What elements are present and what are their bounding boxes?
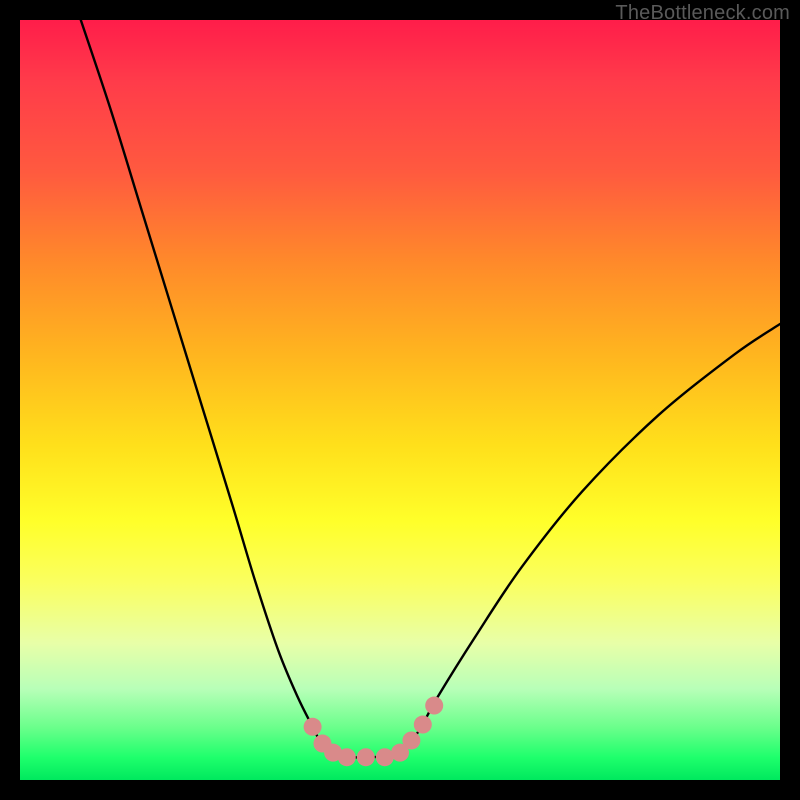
pink-right-4 [425, 697, 443, 715]
pink-bottom-1 [338, 748, 356, 766]
curve-layer [20, 20, 780, 780]
pink-bottom-2 [357, 748, 375, 766]
pink-right-2 [402, 731, 420, 749]
plot-area [20, 20, 780, 780]
trough-markers [304, 697, 444, 767]
chart-frame: TheBottleneck.com [0, 0, 800, 800]
watermark-text: TheBottleneck.com [615, 2, 790, 25]
pink-right-3 [414, 716, 432, 734]
bottleneck-curve [81, 20, 780, 757]
pink-left-1 [304, 718, 322, 736]
pink-bottom-3 [376, 748, 394, 766]
